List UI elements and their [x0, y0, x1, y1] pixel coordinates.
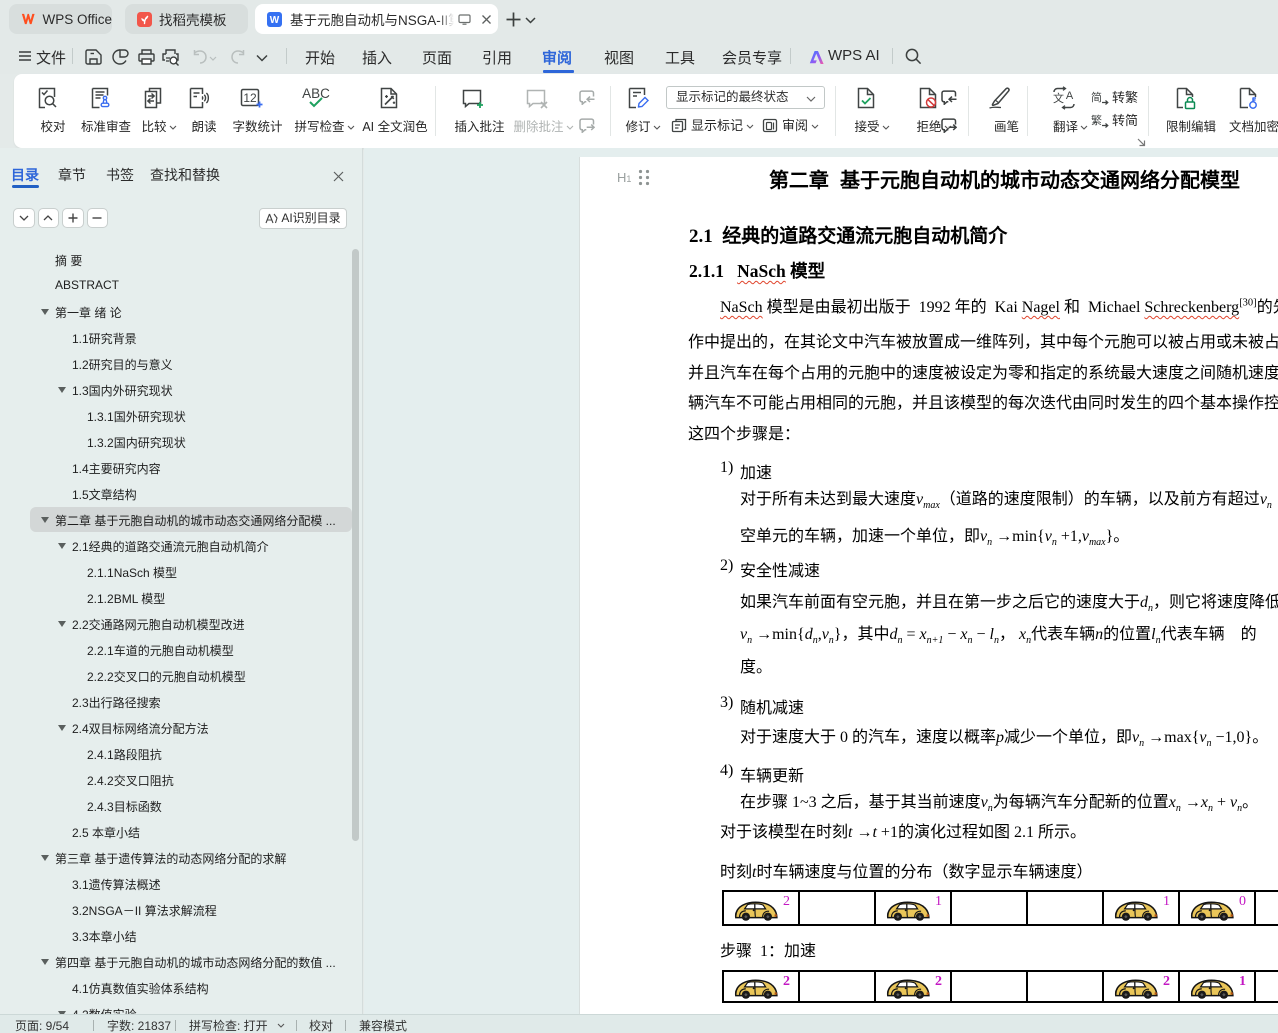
- svg-text:12: 12: [243, 91, 257, 105]
- svg-text:ABC: ABC: [302, 86, 330, 101]
- svg-text:A: A: [1066, 90, 1074, 102]
- svg-text:简: 简: [1091, 90, 1102, 104]
- svg-text:W: W: [270, 15, 280, 26]
- svg-text:文: 文: [1053, 91, 1064, 105]
